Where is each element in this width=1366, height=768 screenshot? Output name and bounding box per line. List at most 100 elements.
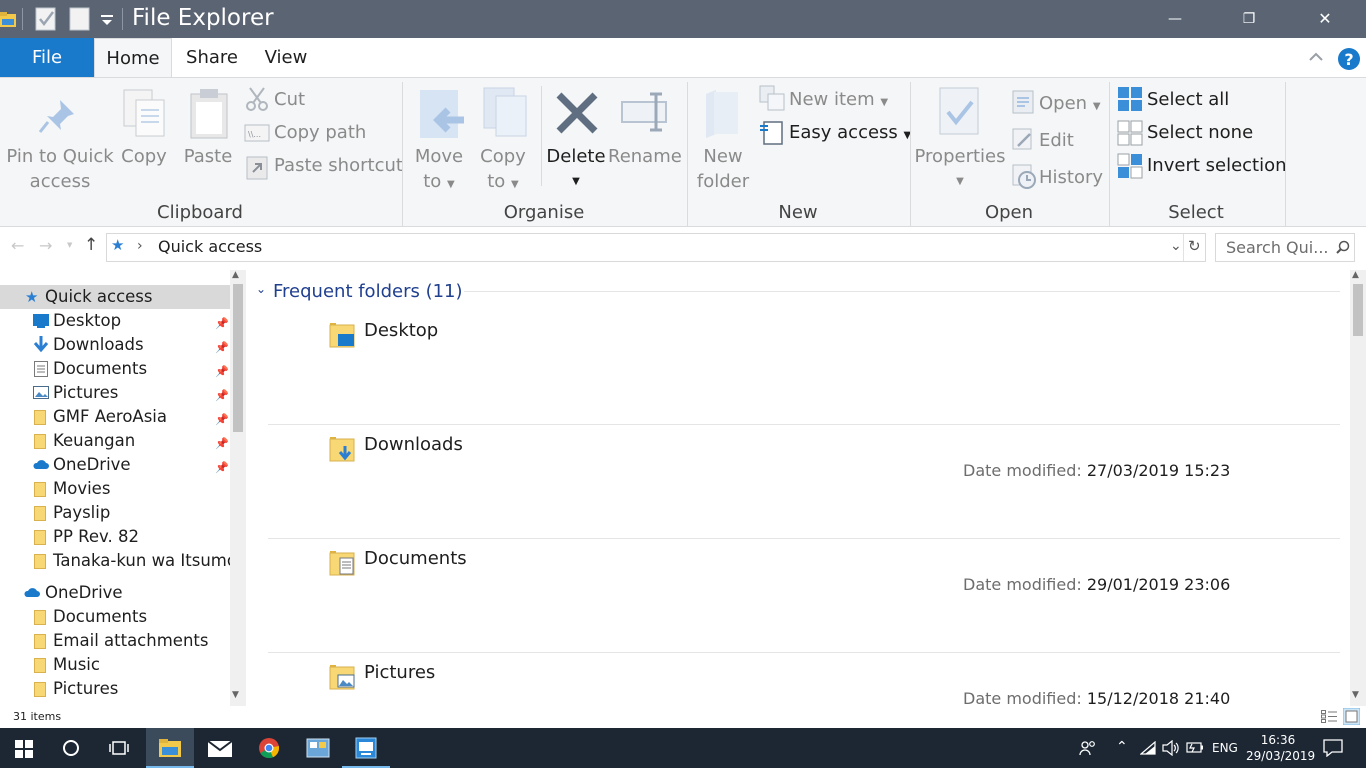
- search-box[interactable]: Search Qui...: [1215, 233, 1355, 262]
- nav-scrollbar[interactable]: ▲ ▼: [230, 270, 246, 706]
- nav-item-onedrive-pictures[interactable]: Pictures: [0, 677, 230, 701]
- section-title[interactable]: Frequent folders (11): [273, 281, 463, 302]
- new-item-button[interactable]: New item ▼: [789, 89, 888, 114]
- nav-item-onedrive-pinned[interactable]: OneDrive 📌: [0, 453, 230, 477]
- nav-scroll-thumb[interactable]: [233, 284, 243, 432]
- easy-access-icon: [760, 121, 783, 145]
- scroll-down-icon[interactable]: ▼: [232, 690, 239, 700]
- section-collapse-icon[interactable]: ⌄: [256, 282, 266, 296]
- quick-access-star-icon: ★: [111, 236, 125, 254]
- language-indicator[interactable]: ENG: [1212, 741, 1238, 755]
- move-to-icon: [420, 90, 464, 138]
- edit-button[interactable]: Edit: [1039, 130, 1074, 152]
- select-none-button[interactable]: Select none: [1147, 122, 1253, 144]
- minimize-button[interactable]: —: [1152, 0, 1198, 38]
- properties-qat-icon[interactable]: [34, 7, 58, 31]
- taskbar-app-window[interactable]: [342, 728, 390, 768]
- battery-icon[interactable]: [1186, 741, 1204, 754]
- content-scroll-thumb[interactable]: [1353, 284, 1363, 336]
- onedrive-cloud-icon: [33, 460, 49, 469]
- nav-label: OneDrive: [53, 455, 131, 474]
- nav-item-tanaka-kun[interactable]: Tanaka-kun wa Itsumo: [0, 549, 237, 573]
- nav-item-movies[interactable]: Movies: [0, 477, 230, 501]
- show-hidden-icons-icon[interactable]: ⌃: [1116, 739, 1128, 755]
- folder-icon: [34, 634, 46, 649]
- mail-icon[interactable]: [207, 740, 233, 758]
- search-icon[interactable]: [1336, 240, 1350, 254]
- pin-to-quick-access-button[interactable]: Pin to Quick access: [2, 144, 118, 194]
- taskbar-file-explorer[interactable]: [146, 728, 194, 768]
- recent-locations-icon[interactable]: ▼: [67, 241, 72, 249]
- cortana-search-icon[interactable]: [62, 739, 80, 757]
- scroll-up-icon[interactable]: ▲: [232, 270, 239, 280]
- nav-item-onedrive-documents[interactable]: Documents: [0, 605, 230, 629]
- history-button[interactable]: History: [1039, 167, 1103, 189]
- scroll-down-icon[interactable]: ▼: [1352, 690, 1359, 700]
- address-dropdown-icon[interactable]: ⌄: [1170, 238, 1182, 254]
- back-arrow-icon[interactable]: ←: [11, 236, 24, 255]
- open-button[interactable]: Open ▼: [1039, 93, 1101, 118]
- nav-item-music[interactable]: Music: [0, 653, 230, 677]
- cut-button[interactable]: Cut: [274, 89, 305, 111]
- nav-item-keuangan[interactable]: Keuangan 📌: [0, 429, 230, 453]
- tab-view[interactable]: View: [254, 38, 318, 77]
- breadcrumb-chevron-icon[interactable]: ›: [137, 238, 143, 254]
- content-scrollbar[interactable]: ▲ ▼: [1350, 270, 1366, 706]
- date-modified-label: Date modified:: [963, 461, 1082, 480]
- paste-button[interactable]: Paste: [180, 144, 236, 169]
- people-icon[interactable]: [1079, 740, 1097, 756]
- nav-item-payslip[interactable]: Payslip: [0, 501, 230, 525]
- help-icon[interactable]: ?: [1337, 47, 1361, 71]
- easy-access-button[interactable]: Easy access ▼: [789, 122, 911, 147]
- task-view-icon[interactable]: [109, 739, 129, 757]
- up-arrow-icon[interactable]: ↑: [84, 235, 98, 255]
- tab-home[interactable]: Home: [94, 38, 172, 78]
- maximize-button[interactable]: ❐: [1226, 0, 1272, 38]
- clock[interactable]: 16:36 29/03/2019: [1246, 732, 1315, 764]
- documents-folder-icon: [329, 551, 355, 576]
- paste-shortcut-button[interactable]: Paste shortcut: [274, 155, 403, 177]
- nav-label: Music: [53, 655, 100, 674]
- refresh-icon[interactable]: ↻: [1188, 237, 1201, 255]
- chrome-icon[interactable]: [258, 737, 280, 759]
- invert-selection-button[interactable]: Invert selection: [1147, 155, 1287, 177]
- explorer-app-icon[interactable]: [0, 10, 16, 28]
- nav-item-pp-rev-82[interactable]: PP Rev. 82: [0, 525, 230, 549]
- nav-item-pictures[interactable]: Pictures 📌: [0, 381, 230, 405]
- nav-item-gmf-aeroasia[interactable]: GMF AeroAsia 📌: [0, 405, 230, 429]
- nav-item-downloads[interactable]: Downloads 📌: [0, 333, 230, 357]
- control-panel-icon[interactable]: [306, 737, 330, 759]
- action-center-icon[interactable]: [1323, 739, 1343, 757]
- collapse-ribbon-icon[interactable]: [1308, 51, 1324, 63]
- copy-button[interactable]: Copy: [118, 144, 170, 169]
- copy-path-button[interactable]: Copy path: [274, 122, 366, 144]
- properties-button[interactable]: Properties ▼: [914, 144, 1006, 194]
- qat-customize-icon[interactable]: [100, 14, 114, 26]
- close-button[interactable]: ✕: [1302, 0, 1348, 38]
- volume-icon[interactable]: [1162, 740, 1180, 756]
- address-path[interactable]: Quick access: [158, 237, 262, 256]
- nav-onedrive[interactable]: OneDrive: [0, 581, 230, 605]
- tab-file[interactable]: File: [0, 38, 94, 77]
- address-bar[interactable]: ★ › Quick access ⌄ ↻: [106, 233, 1206, 262]
- scroll-up-icon[interactable]: ▲: [1352, 270, 1359, 280]
- nav-quick-access[interactable]: ★ Quick access: [0, 285, 230, 309]
- start-windows-icon[interactable]: [15, 740, 33, 758]
- svg-text:?: ?: [1344, 50, 1353, 69]
- new-folder-button[interactable]: New folder: [694, 144, 752, 194]
- delete-button[interactable]: Delete ▼: [544, 144, 608, 194]
- copy-to-button[interactable]: Copy to ▼: [474, 144, 532, 197]
- new-folder-qat-icon[interactable]: [68, 7, 92, 31]
- wifi-icon[interactable]: [1140, 741, 1156, 755]
- details-view-icon[interactable]: [1321, 710, 1337, 723]
- select-all-button[interactable]: Select all: [1147, 89, 1229, 111]
- large-icons-view-icon[interactable]: [1343, 708, 1360, 725]
- rename-button[interactable]: Rename: [608, 144, 682, 169]
- nav-item-documents[interactable]: Documents 📌: [0, 357, 230, 381]
- nav-item-desktop[interactable]: Desktop 📌: [0, 309, 230, 333]
- status-bar: 31 items: [0, 706, 1366, 728]
- nav-item-email-attachments[interactable]: Email attachments: [0, 629, 230, 653]
- move-to-button[interactable]: Move to ▼: [410, 144, 468, 197]
- forward-arrow-icon[interactable]: →: [39, 236, 52, 255]
- tab-share[interactable]: Share: [176, 38, 248, 77]
